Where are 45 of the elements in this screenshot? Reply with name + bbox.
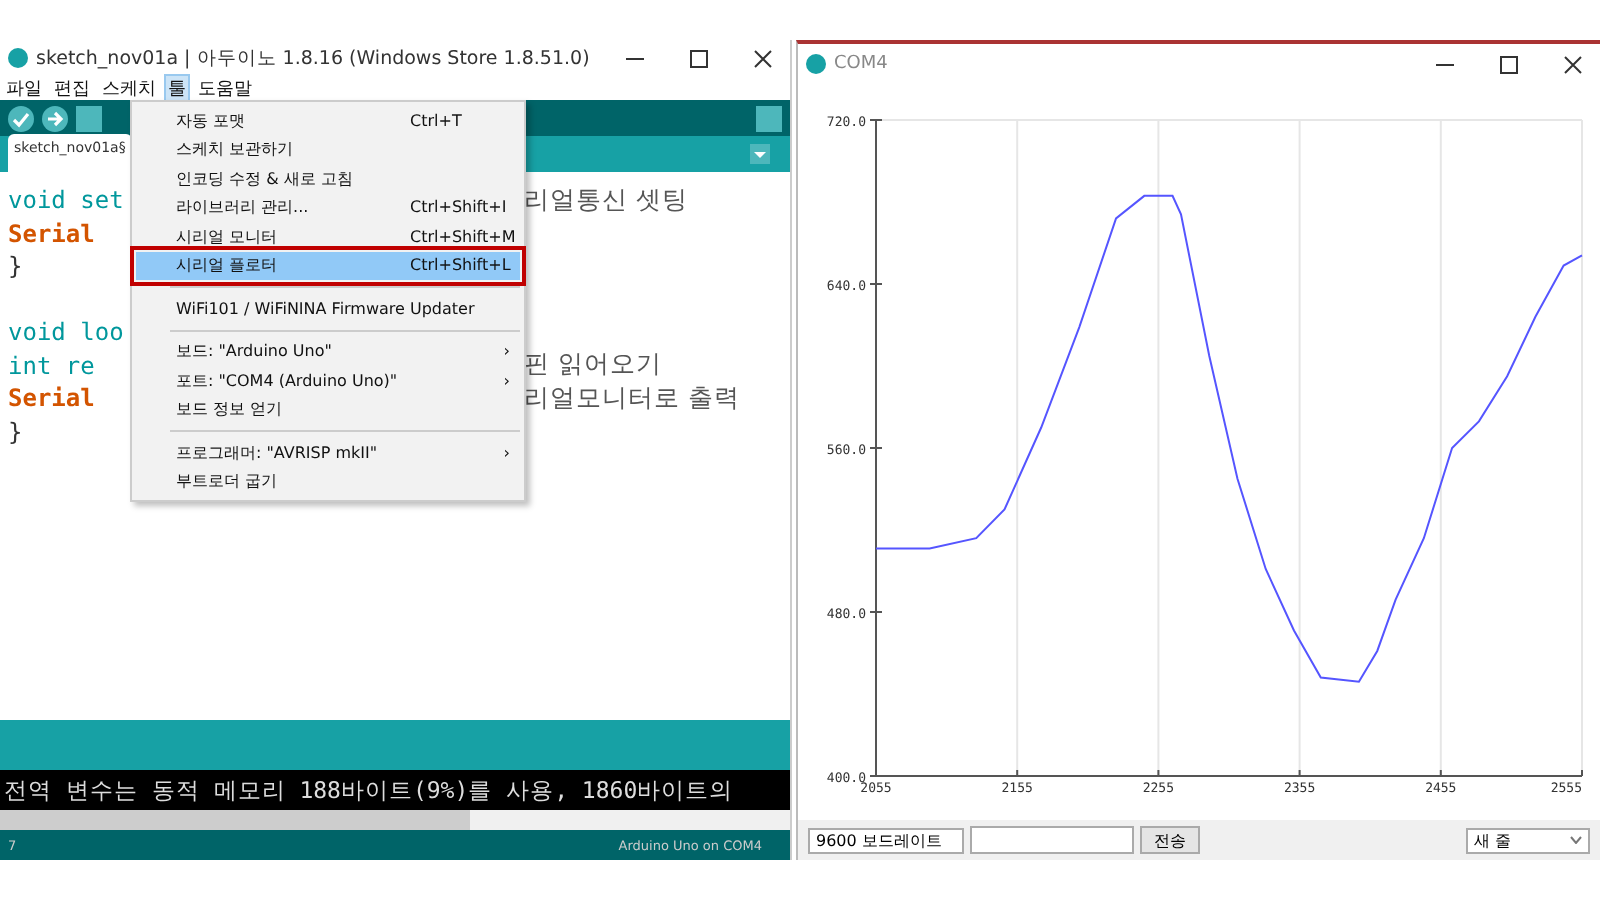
- code-comment: 리얼모니터로 출력: [524, 381, 740, 416]
- menu-item[interactable]: 스케치: [100, 75, 158, 101]
- baud-rate-select[interactable]: 9600 보드레이트: [808, 827, 964, 853]
- chevron-down-icon: [1570, 836, 1582, 844]
- window-title: COM4: [834, 54, 890, 74]
- code-text: void loo: [8, 318, 124, 347]
- code-text: Serial: [8, 219, 95, 248]
- window-title: sketch_nov01a | 아두이노 1.8.16 (Windows Store 1.8.51.0): [36, 45, 592, 71]
- code-comment: 리얼통신 셋팅: [524, 183, 688, 218]
- menu-option[interactable]: 보드: "Arduino Uno" ›: [136, 337, 520, 366]
- upload-icon[interactable]: [42, 105, 68, 131]
- menu-option[interactable]: 시리얼 플로터 Ctrl+Shift+L: [136, 251, 520, 280]
- menu-item[interactable]: 파일: [4, 75, 44, 101]
- code-text: void set: [8, 186, 124, 215]
- menu-item[interactable]: 편집: [52, 75, 92, 101]
- menu-item[interactable]: 툴: [166, 75, 188, 101]
- code-text: }: [8, 417, 23, 446]
- input-field[interactable]: [970, 826, 1134, 854]
- menu-option[interactable]: 인코딩 수정 & 새로 고침: [136, 164, 520, 193]
- line-ending-select[interactable]: 새 줄: [1466, 827, 1590, 853]
- menu-option[interactable]: 스케치 보관하기: [136, 135, 520, 164]
- close-icon[interactable]: [753, 49, 771, 67]
- scrollbar-thumb[interactable]: [0, 810, 470, 830]
- code-comment: 핀 읽어오기: [524, 348, 662, 383]
- menu-item[interactable]: 도움말: [196, 75, 254, 101]
- menu-option[interactable]: 라이브러리 관리... Ctrl+Shift+I: [136, 193, 520, 222]
- console-output: 전역 변수는 동적 메모리 188바이트(9%)를 사용, 1860바이트의: [4, 775, 734, 805]
- minimize-icon[interactable]: [625, 57, 643, 59]
- code-text: Serial: [8, 384, 95, 413]
- send-button[interactable]: 전송: [1140, 826, 1200, 854]
- menu-option[interactable]: 보드 정보 얻기: [136, 395, 520, 424]
- verify-icon[interactable]: [8, 105, 34, 131]
- app-logo-icon: [806, 54, 826, 74]
- app-logo-icon: [8, 48, 28, 68]
- minimize-icon[interactable]: [1435, 63, 1453, 65]
- maximize-icon[interactable]: [1499, 55, 1517, 73]
- code-text: }: [8, 252, 23, 281]
- menu-option[interactable]: 부트로더 굽기: [136, 467, 520, 496]
- close-icon[interactable]: [1563, 55, 1581, 73]
- menu-option[interactable]: 포트: "COM4 (Arduino Uno)" ›: [136, 366, 520, 395]
- code-text: int re: [8, 351, 95, 380]
- menu-option[interactable]: 프로그래머: "AVRISP mkII" ›: [136, 438, 520, 467]
- maximize-icon[interactable]: [689, 49, 707, 67]
- menu-option[interactable]: 시리얼 모니터 Ctrl+Shift+M: [136, 222, 520, 251]
- menu-option[interactable]: WiFi101 / WiFiNINA Firmware Updater: [136, 294, 520, 323]
